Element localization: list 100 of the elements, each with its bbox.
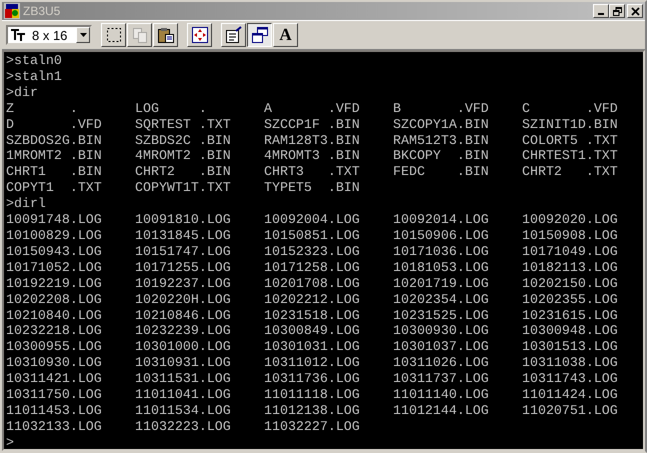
file-entry: 10311743.LOG xyxy=(522,371,618,388)
file-entry: 10192219.LOG xyxy=(6,276,102,292)
file-entry: 10232218.LOG xyxy=(6,323,102,340)
file-entry: BKCOPY .BIN xyxy=(393,148,489,164)
file-entry: 11011118.LOG xyxy=(264,387,360,403)
command-line: >dir xyxy=(6,84,38,101)
file-entry: 10181053.LOG xyxy=(393,260,489,276)
file-entry: 10311750.LOG xyxy=(6,387,102,403)
file-entry: 10100829.LOG xyxy=(6,228,102,244)
file-entry: 10202212.LOG xyxy=(264,292,360,308)
file-entry: 10092004.LOG xyxy=(264,212,360,228)
file-entry: 10301000.LOG xyxy=(135,339,231,356)
file-entry: LOG . xyxy=(135,100,207,117)
command-line: >staln0 xyxy=(6,53,62,69)
command-line: >staln1 xyxy=(6,68,62,85)
restore-button[interactable] xyxy=(609,4,625,18)
file-entry: 10300849.LOG xyxy=(264,323,360,340)
close-button[interactable] xyxy=(627,4,643,18)
file-entry: CHRT1 .BIN xyxy=(6,164,102,180)
file-entry: 10202208.LOG xyxy=(6,292,102,308)
command-line: >dirl xyxy=(6,196,46,212)
font-button[interactable]: A xyxy=(273,23,298,47)
file-entry: 10301031.LOG xyxy=(264,339,360,356)
minimize-button[interactable] xyxy=(593,4,609,18)
command-line: > xyxy=(6,434,14,449)
file-entry: 10210840.LOG xyxy=(6,308,102,324)
file-entry: 10311737.LOG xyxy=(393,371,489,388)
file-entry: 10091810.LOG xyxy=(135,212,231,228)
file-entry: 10091748.LOG xyxy=(6,212,102,228)
file-entry: TYPET5 .BIN xyxy=(264,180,360,196)
fullscreen-icon xyxy=(190,26,208,44)
window-title: ZB3U5 xyxy=(23,4,60,18)
file-entry: 10300955.LOG xyxy=(6,339,102,356)
fullscreen-button[interactable] xyxy=(187,23,212,47)
file-entry: 10202355.LOG xyxy=(522,292,618,308)
file-entry: 10151747.LOG xyxy=(135,244,231,260)
copy-icon xyxy=(130,26,148,44)
app-icon[interactable] xyxy=(4,3,20,19)
file-entry: 10131845.LOG xyxy=(135,228,231,244)
file-entry: 10150943.LOG xyxy=(6,244,102,260)
file-entry: 10310930.LOG xyxy=(6,355,102,372)
file-entry: 4MROMT3 .BIN xyxy=(264,148,360,164)
paste-button[interactable] xyxy=(153,23,178,47)
file-entry: A .VFD xyxy=(264,100,360,117)
restore-icon xyxy=(612,6,622,16)
file-entry: D .VFD xyxy=(6,116,102,133)
file-entry: C .VFD xyxy=(522,100,618,117)
file-entry: 10231615.LOG xyxy=(522,308,618,324)
file-entry: CHRTEST1.TXT xyxy=(522,148,618,164)
file-entry: 11011041.LOG xyxy=(135,387,231,403)
properties-button[interactable] xyxy=(221,23,246,47)
file-entry: SZCCP1F .BIN xyxy=(264,116,360,133)
file-entry: SZBDS2C .BIN xyxy=(135,132,231,148)
properties-icon xyxy=(224,26,242,44)
file-entry: COPYWT1T.TXT xyxy=(135,180,231,196)
selection-icon xyxy=(104,26,122,44)
file-entry: 10171049.LOG xyxy=(522,244,618,260)
file-entry: SQRTEST .TXT xyxy=(135,116,231,133)
file-entry: 11011534.LOG xyxy=(135,402,231,419)
file-entry: 10092020.LOG xyxy=(522,212,618,228)
file-entry: 10311531.LOG xyxy=(135,371,231,388)
file-entry: 11020751.LOG xyxy=(522,402,618,419)
file-entry: 10192237.LOG xyxy=(135,276,231,292)
file-entry: COLORT5 .TXT xyxy=(522,132,618,148)
file-entry: 11012138.LOG xyxy=(264,402,360,419)
file-entry: SZINIT1D.BIN xyxy=(522,116,618,133)
file-entry: 1MROMT2 .BIN xyxy=(6,148,102,164)
file-entry: CHRT2 .BIN xyxy=(135,164,231,180)
file-entry: 11032227.LOG xyxy=(264,418,360,435)
font-size-dropdown[interactable]: 8 x 16 xyxy=(6,25,92,45)
mark-button[interactable] xyxy=(101,23,126,47)
file-entry: 10201719.LOG xyxy=(393,276,489,292)
file-entry: 4MROMT2 .BIN xyxy=(135,148,231,164)
file-entry: 10201708.LOG xyxy=(264,276,360,292)
file-entry: RAM128T3.BIN xyxy=(264,132,360,148)
file-entry: 10311421.LOG xyxy=(6,371,102,388)
caret-icon xyxy=(80,33,86,37)
file-entry: CHRT3 .TXT xyxy=(264,164,360,180)
file-entry: 11011424.LOG xyxy=(522,387,618,403)
close-icon xyxy=(630,6,640,16)
file-entry: 10311736.LOG xyxy=(264,371,360,388)
file-entry: FEDC .BIN xyxy=(393,164,489,180)
file-entry: 10300930.LOG xyxy=(393,323,489,340)
file-entry: 11032133.LOG xyxy=(6,418,102,435)
file-entry: 10171258.LOG xyxy=(264,260,360,276)
file-entry: 11011453.LOG xyxy=(6,402,102,419)
clipboard-icon xyxy=(156,26,174,44)
windows-icon xyxy=(250,26,268,44)
file-entry: SZCOPY1A.BIN xyxy=(393,116,489,133)
font-icon xyxy=(10,28,26,42)
file-entry: RAM512T3.BIN xyxy=(393,132,489,148)
file-entry: 10150908.LOG xyxy=(522,228,618,244)
file-entry: 10311026.LOG xyxy=(393,355,489,372)
file-entry: 10301513.LOG xyxy=(522,339,618,356)
file-entry: 10311012.LOG xyxy=(264,355,360,372)
file-entry: 10092014.LOG xyxy=(393,212,489,228)
file-entry: 10171052.LOG xyxy=(6,260,102,276)
file-entry: 10232239.LOG xyxy=(135,323,231,340)
file-entry: 10300948.LOG xyxy=(522,323,618,340)
file-entry: 10311038.LOG xyxy=(522,355,618,372)
